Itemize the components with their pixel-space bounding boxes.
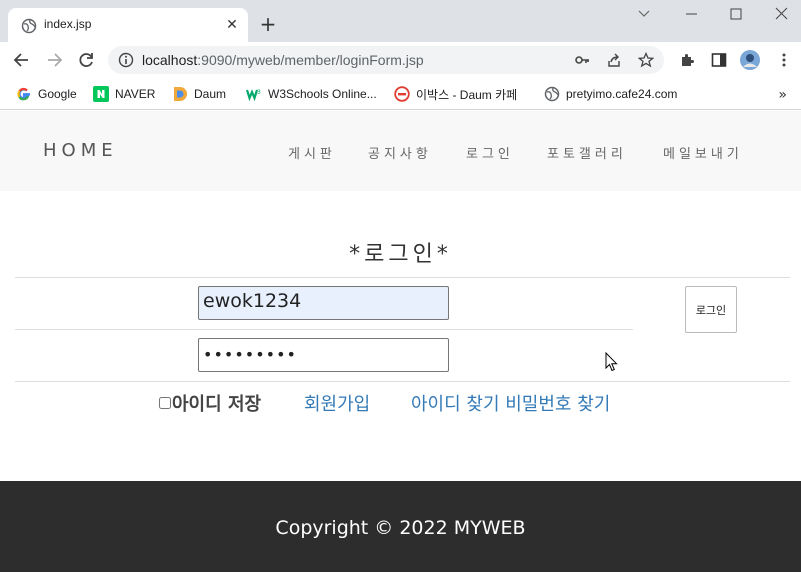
minimize-icon[interactable] bbox=[680, 4, 704, 24]
save-id-checkbox[interactable] bbox=[159, 397, 171, 409]
url-text: localhost:9090/myweb/member/loginForm.js… bbox=[142, 52, 424, 68]
login-title: *로그인* bbox=[349, 242, 452, 267]
signup-link[interactable]: 회원가입 bbox=[304, 390, 370, 416]
w3schools-icon: 3 bbox=[246, 86, 262, 102]
user-id-input[interactable]: ewok1234 bbox=[198, 286, 449, 320]
daum-icon bbox=[172, 86, 188, 102]
forward-icon[interactable] bbox=[44, 50, 64, 70]
find-id-password-link[interactable]: 아이디 찾기 비밀번호 찾기 bbox=[411, 390, 610, 416]
address-bar[interactable]: localhost:9090/myweb/member/loginForm.js… bbox=[108, 46, 664, 74]
daum-cafe-icon bbox=[394, 86, 410, 102]
table-divider bbox=[15, 381, 790, 382]
bookmark-w3schools[interactable]: 3 W3Schools Online... bbox=[246, 84, 377, 104]
nav-photo-gallery[interactable]: 포토갤러리 bbox=[547, 143, 627, 162]
close-window-icon[interactable] bbox=[770, 4, 794, 24]
key-icon[interactable] bbox=[574, 52, 590, 68]
extensions-icon[interactable] bbox=[679, 52, 695, 68]
bookmark-daum[interactable]: Daum bbox=[172, 84, 226, 104]
site-footer: Copyright © 2022 MYWEB bbox=[0, 481, 801, 572]
password-input[interactable]: ••••••••• bbox=[198, 338, 449, 372]
save-id-row: 아이디 저장 bbox=[159, 390, 261, 416]
bookmark-daum-cafe[interactable]: 이박스 - Daum 카페 bbox=[394, 84, 517, 104]
site-info-icon[interactable] bbox=[118, 52, 134, 68]
side-panel-icon[interactable] bbox=[711, 52, 727, 68]
more-bookmarks-icon[interactable]: » bbox=[778, 87, 787, 103]
new-tab-icon[interactable]: + bbox=[258, 14, 278, 34]
globe-icon bbox=[544, 86, 560, 102]
svg-text:3: 3 bbox=[257, 89, 261, 96]
share-icon[interactable] bbox=[606, 52, 622, 68]
site-navbar: HOME 게시판 공지사항 로그인 포토갤러리 메일보내기 bbox=[0, 111, 801, 191]
bookmark-google[interactable]: Google bbox=[16, 84, 77, 104]
browser-toolbar: localhost:9090/myweb/member/loginForm.js… bbox=[0, 42, 801, 78]
table-divider bbox=[15, 329, 633, 330]
tab-search-icon[interactable] bbox=[632, 4, 656, 24]
bookmarks-bar: Google NAVER Daum 3 W3Schools Online... … bbox=[0, 78, 801, 110]
copyright-text: Copyright © 2022 MYWEB bbox=[275, 517, 526, 539]
bookmark-naver[interactable]: NAVER bbox=[93, 84, 155, 104]
back-icon[interactable] bbox=[12, 50, 32, 70]
browser-tab-strip: index.jsp ✕ + bbox=[0, 0, 801, 42]
google-icon bbox=[16, 86, 32, 102]
table-divider bbox=[15, 277, 790, 278]
browser-tab-active[interactable]: index.jsp ✕ bbox=[8, 8, 248, 42]
save-id-label: 아이디 저장 bbox=[172, 394, 262, 415]
close-tab-icon[interactable]: ✕ bbox=[224, 17, 240, 33]
profile-avatar[interactable] bbox=[740, 50, 760, 70]
maximize-icon[interactable] bbox=[724, 4, 748, 24]
nav-login[interactable]: 로그인 bbox=[466, 143, 514, 162]
naver-icon bbox=[93, 86, 109, 102]
site-brand-link[interactable]: HOME bbox=[43, 140, 118, 161]
nav-board[interactable]: 게시판 bbox=[288, 143, 336, 162]
bookmark-pretyimo[interactable]: pretyimo.cafe24.com bbox=[544, 84, 677, 104]
login-button[interactable]: 로그인 bbox=[685, 286, 737, 333]
mouse-cursor-icon bbox=[605, 351, 619, 372]
globe-icon bbox=[21, 18, 37, 34]
reload-icon[interactable] bbox=[76, 50, 96, 70]
menu-dots-icon[interactable] bbox=[776, 52, 792, 68]
bookmark-star-icon[interactable] bbox=[637, 51, 655, 68]
nav-notice[interactable]: 공지사항 bbox=[368, 143, 432, 162]
nav-send-mail[interactable]: 메일보내기 bbox=[663, 143, 743, 162]
tab-title: index.jsp bbox=[44, 17, 92, 31]
